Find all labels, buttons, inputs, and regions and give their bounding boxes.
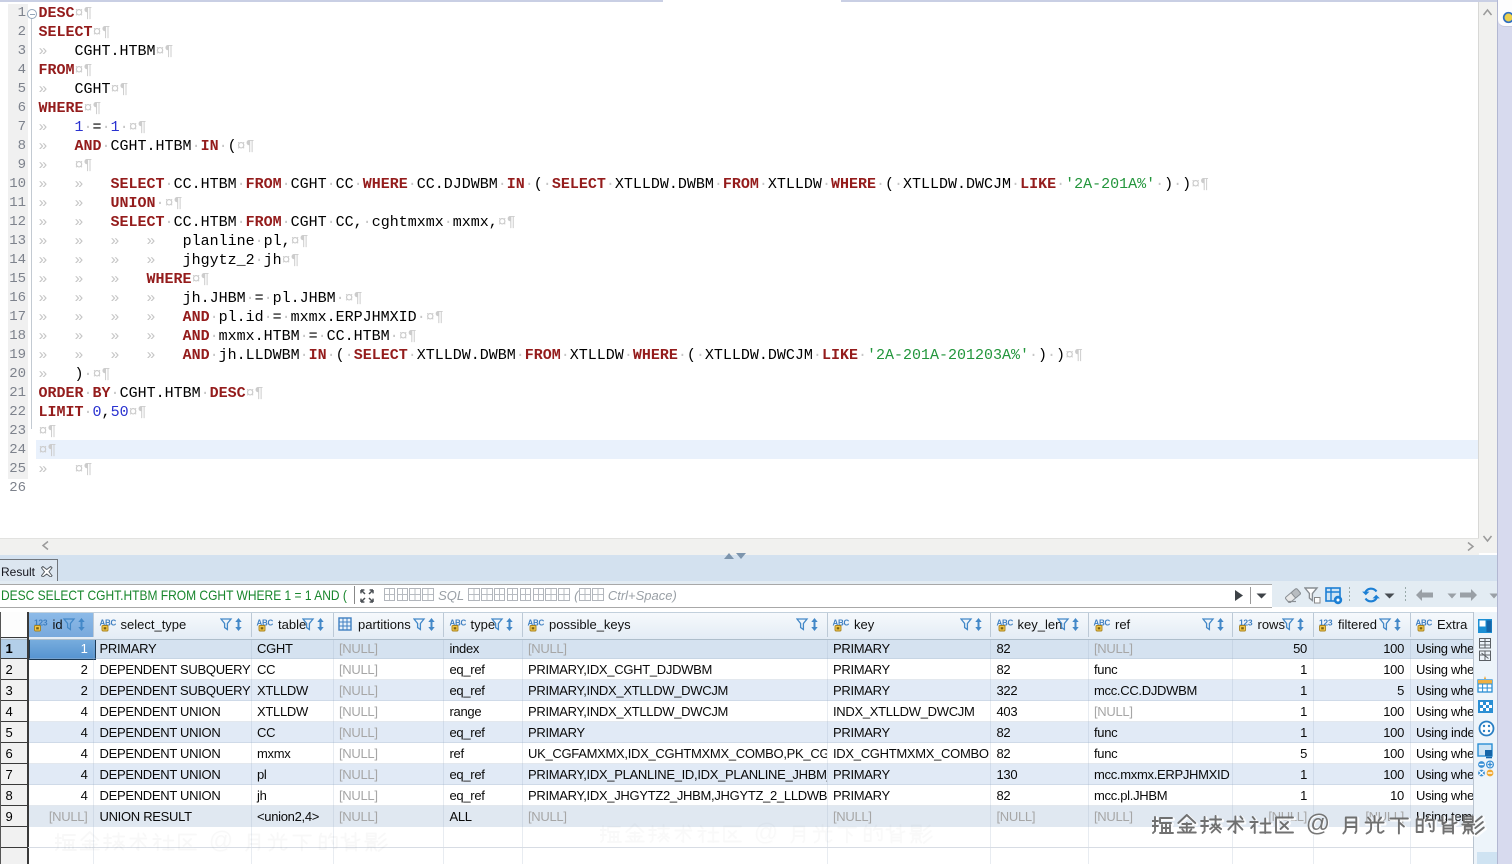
svg-text:@: @ (754, 820, 778, 846)
svg-text:@: @ (1306, 811, 1330, 837)
svg-text:@: @ (209, 828, 233, 854)
